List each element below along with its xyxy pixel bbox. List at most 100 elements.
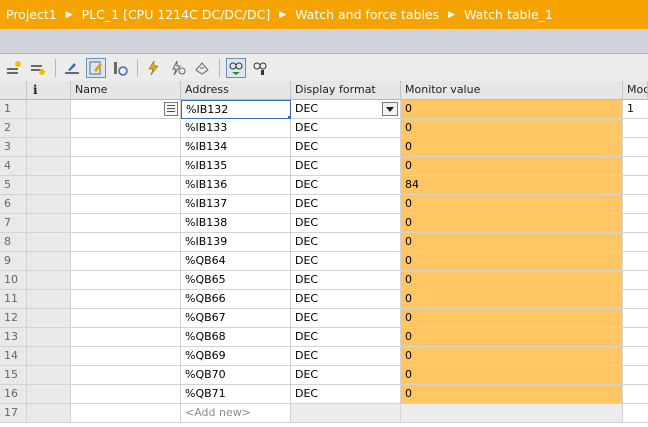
modify-now-icon[interactable]: [144, 58, 164, 78]
row-number[interactable]: 8: [0, 233, 27, 252]
display-format-cell[interactable]: DEC: [291, 328, 401, 347]
modify-trigger-icon[interactable]: [168, 58, 188, 78]
table-row[interactable]: 10 %QB65 DEC 0: [0, 271, 648, 290]
add-new-row[interactable]: 17 <Add new>: [0, 404, 648, 423]
name-cell[interactable]: [71, 195, 181, 214]
name-cell[interactable]: [71, 119, 181, 138]
row-number[interactable]: 6: [0, 195, 27, 214]
address-cell[interactable]: %IB132: [181, 100, 291, 119]
table-row[interactable]: 7 %IB138 DEC 0: [0, 214, 648, 233]
address-cell[interactable]: %IB138: [181, 214, 291, 233]
display-format-cell[interactable]: DEC: [291, 214, 401, 233]
name-cell[interactable]: [71, 157, 181, 176]
add-new-placeholder[interactable]: <Add new>: [181, 404, 291, 423]
symbol-list-icon[interactable]: [164, 102, 178, 116]
header-display-format[interactable]: Display format: [291, 81, 401, 100]
name-cell[interactable]: [71, 214, 181, 233]
name-cell[interactable]: [71, 138, 181, 157]
table-row[interactable]: 14 %QB69 DEC 0: [0, 347, 648, 366]
insert-row-icon[interactable]: [4, 58, 24, 78]
display-format-cell[interactable]: DEC: [291, 157, 401, 176]
row-number[interactable]: 1: [0, 100, 27, 119]
row-number[interactable]: 2: [0, 119, 27, 138]
address-cell[interactable]: %QB65: [181, 271, 291, 290]
modify-value-cell[interactable]: [623, 252, 648, 271]
row-number[interactable]: 5: [0, 176, 27, 195]
name-cell[interactable]: [71, 176, 181, 195]
modify-value-cell[interactable]: [623, 347, 648, 366]
modify-value-cell[interactable]: [623, 214, 648, 233]
table-row[interactable]: 3 %IB134 DEC 0: [0, 138, 648, 157]
display-format-cell[interactable]: DEC: [291, 100, 401, 119]
show-force-columns-icon[interactable]: [250, 58, 270, 78]
modify-value-cell[interactable]: [623, 385, 648, 404]
name-cell[interactable]: [71, 271, 181, 290]
modify-value-cell[interactable]: [623, 290, 648, 309]
table-row[interactable]: 12 %QB67 DEC 0: [0, 309, 648, 328]
row-number[interactable]: 17: [0, 404, 27, 423]
header-name[interactable]: Name: [71, 81, 181, 100]
table-row[interactable]: 4 %IB135 DEC 0: [0, 157, 648, 176]
display-format-cell[interactable]: DEC: [291, 233, 401, 252]
address-cell[interactable]: %QB69: [181, 347, 291, 366]
header-info[interactable]: i: [27, 81, 71, 100]
name-cell[interactable]: [71, 309, 181, 328]
address-cell[interactable]: %QB70: [181, 366, 291, 385]
row-number[interactable]: 12: [0, 309, 27, 328]
row-number[interactable]: 16: [0, 385, 27, 404]
table-row[interactable]: 6 %IB137 DEC 0: [0, 195, 648, 214]
display-format-cell[interactable]: DEC: [291, 195, 401, 214]
table-row[interactable]: 5 %IB136 DEC 84: [0, 176, 648, 195]
chevron-down-icon[interactable]: [382, 102, 398, 116]
breadcrumb-watch-tables[interactable]: Watch and force tables: [295, 7, 439, 22]
row-number[interactable]: 9: [0, 252, 27, 271]
modify-value-cell[interactable]: [623, 176, 648, 195]
add-row-icon[interactable]: [28, 58, 48, 78]
breadcrumb-plc[interactable]: PLC_1 [CPU 1214C DC/DC/DC]: [82, 7, 271, 22]
row-number[interactable]: 11: [0, 290, 27, 309]
table-row[interactable]: 13 %QB68 DEC 0: [0, 328, 648, 347]
address-cell[interactable]: %IB139: [181, 233, 291, 252]
display-format-cell[interactable]: DEC: [291, 176, 401, 195]
header-address[interactable]: Address: [181, 81, 291, 100]
address-cell[interactable]: %QB68: [181, 328, 291, 347]
header-monitor-value[interactable]: Monitor value: [401, 81, 623, 100]
address-cell[interactable]: %QB64: [181, 252, 291, 271]
table-row[interactable]: 9 %QB64 DEC 0: [0, 252, 648, 271]
modify-value-cell[interactable]: [623, 233, 648, 252]
header-modify-value[interactable]: Mod: [623, 81, 648, 100]
row-number[interactable]: 7: [0, 214, 27, 233]
row-number[interactable]: 15: [0, 366, 27, 385]
display-format-cell[interactable]: DEC: [291, 385, 401, 404]
modify-value-cell[interactable]: [623, 195, 648, 214]
modify-value-cell[interactable]: [623, 309, 648, 328]
show-modify-columns-icon[interactable]: [226, 57, 246, 78]
name-cell[interactable]: [71, 404, 181, 423]
name-cell[interactable]: [71, 328, 181, 347]
display-format-cell[interactable]: DEC: [291, 119, 401, 138]
address-cell[interactable]: %IB136: [181, 176, 291, 195]
modify-value-cell[interactable]: [623, 119, 648, 138]
display-format-cell[interactable]: DEC: [291, 347, 401, 366]
table-row[interactable]: 2 %IB133 DEC 0: [0, 119, 648, 138]
modify-value-cell[interactable]: [623, 366, 648, 385]
name-cell[interactable]: [71, 385, 181, 404]
display-format-cell[interactable]: DEC: [291, 366, 401, 385]
enable-periphery-icon[interactable]: [192, 58, 212, 78]
breadcrumb-watch-table[interactable]: Watch table_1: [464, 7, 553, 22]
name-cell[interactable]: [71, 233, 181, 252]
display-format-cell[interactable]: DEC: [291, 290, 401, 309]
modify-value-cell[interactable]: [623, 157, 648, 176]
display-format-cell[interactable]: DEC: [291, 138, 401, 157]
rename-icon[interactable]: [62, 58, 82, 78]
monitor-once-icon[interactable]: [110, 58, 130, 78]
table-row[interactable]: 16 %QB71 DEC 0: [0, 385, 648, 404]
modify-value-cell[interactable]: [623, 271, 648, 290]
display-format-cell[interactable]: DEC: [291, 271, 401, 290]
modify-value-cell[interactable]: [623, 328, 648, 347]
row-number[interactable]: 3: [0, 138, 27, 157]
row-number[interactable]: 13: [0, 328, 27, 347]
address-cell[interactable]: %IB135: [181, 157, 291, 176]
row-number[interactable]: 10: [0, 271, 27, 290]
address-cell[interactable]: %QB71: [181, 385, 291, 404]
